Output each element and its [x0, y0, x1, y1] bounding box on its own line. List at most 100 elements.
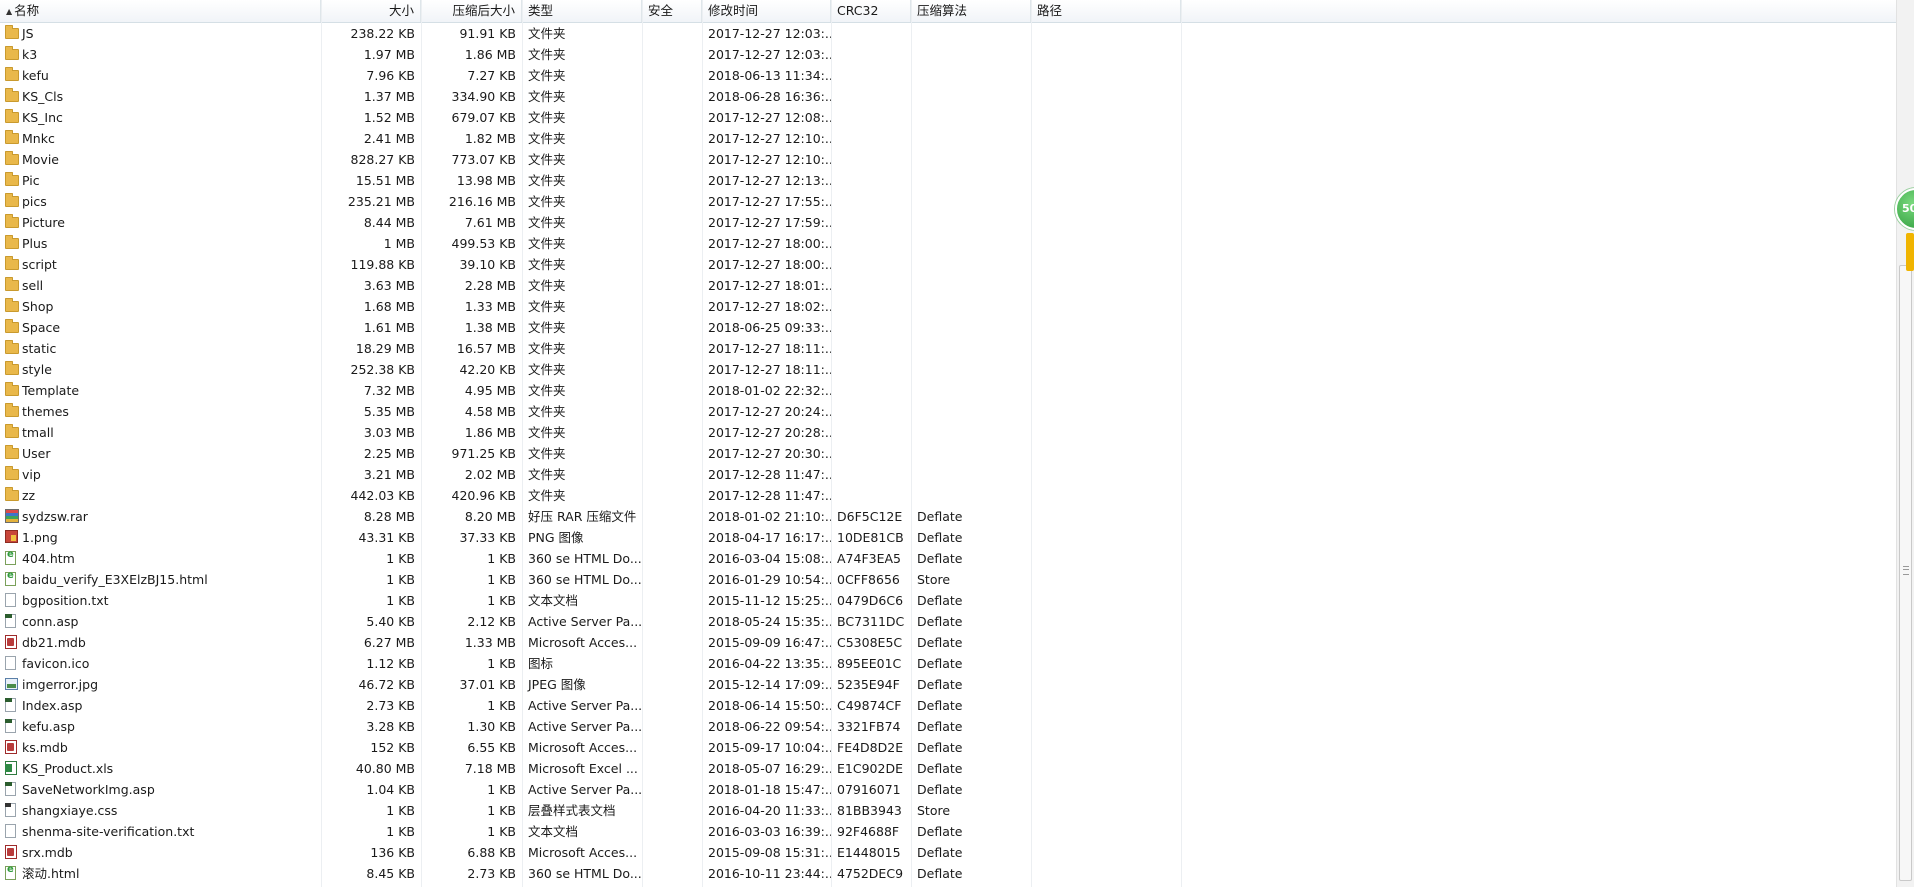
file-row[interactable]: tmall 3.03 MB 1.86 MB 文件夹 2017-12-27 20:28:.…: [0, 422, 1896, 443]
file-row[interactable]: conn.asp 5.40 KB 2.12 KB Active Server Pa..…: [0, 611, 1896, 632]
file-size: 1 KB: [386, 593, 415, 608]
column-header-name[interactable]: ▲ 名称: [0, 0, 321, 22]
file-row[interactable]: baidu_verify_E3XElzBJ15.html 1 KB 1 KB 360 …: [0, 569, 1896, 590]
file-method: [911, 443, 1031, 464]
file-row[interactable]: k3 1.97 MB 1.86 MB 文件夹 2017-12-27 12:03:...: [0, 44, 1896, 65]
column-header-modified[interactable]: 修改时间: [702, 0, 831, 22]
file-row[interactable]: Plus 1 MB 499.53 KB 文件夹 2017-12-27 18:00:...: [0, 233, 1896, 254]
file-row[interactable]: pics 235.21 MB 216.16 MB 文件夹 2017-12-27 17:5…: [0, 191, 1896, 212]
file-crc32: [831, 65, 911, 86]
column-header-path[interactable]: 路径: [1031, 0, 1181, 22]
file-row[interactable]: Index.asp 2.73 KB 1 KB Active Server Pa... 2…: [0, 695, 1896, 716]
file-crc32: [831, 86, 911, 107]
file-modified: 2018-06-14 15:50:...: [708, 698, 831, 713]
file-row[interactable]: Picture 8.44 MB 7.61 MB 文件夹 2017-12-27 17:59…: [0, 212, 1896, 233]
file-row[interactable]: Template 7.32 MB 4.95 MB 文件夹 2018-01-02 22:3…: [0, 380, 1896, 401]
file-row[interactable]: ks.mdb 152 KB 6.55 KB Microsoft Acces... 201…: [0, 737, 1896, 758]
file-row[interactable]: sydzsw.rar 8.28 MB 8.20 MB 好压 RAR 压缩文件 2018-…: [0, 506, 1896, 527]
file-crc32: 3321FB74: [837, 719, 901, 734]
file-packed-size: 499.53 KB: [451, 236, 516, 251]
file-modified: 2018-06-13 11:34:...: [708, 68, 831, 83]
file-name: Plus: [22, 236, 48, 251]
file-row[interactable]: User 2.25 MB 971.25 KB 文件夹 2017-12-27 20:30:…: [0, 443, 1896, 464]
sort-ascending-icon: ▲: [6, 7, 13, 16]
column-header-packed-size[interactable]: 压缩后大小: [421, 0, 522, 22]
file-name: tmall: [22, 425, 54, 440]
file-row[interactable]: kefu 7.96 KB 7.27 KB 文件夹 2018-06-13 11:34:..…: [0, 65, 1896, 86]
file-row[interactable]: script 119.88 KB 39.10 KB 文件夹 2017-12-27 18:…: [0, 254, 1896, 275]
file-row[interactable]: JS 238.22 KB 91.91 KB 文件夹 2017-12-27 12:03:.…: [0, 23, 1896, 44]
file-row[interactable]: KS_Product.xls 40.80 MB 7.18 MB Microsoft E…: [0, 758, 1896, 779]
file-row[interactable]: static 18.29 MB 16.57 MB 文件夹 2017-12-27 18:1…: [0, 338, 1896, 359]
file-row[interactable]: Pic 15.51 MB 13.98 MB 文件夹 2017-12-27 12:13:.…: [0, 170, 1896, 191]
file-row[interactable]: 滚动.html 8.45 KB 2.73 KB 360 se HTML Do... 20…: [0, 863, 1896, 884]
file-crc32: 895EE01C: [837, 656, 902, 671]
file-size: 7.32 MB: [363, 383, 415, 398]
file-row[interactable]: imgerror.jpg 46.72 KB 37.01 KB JPEG 图像 2015-…: [0, 674, 1896, 695]
file-row[interactable]: bgposition.txt 1 KB 1 KB 文本文档 2015-11-12 15:…: [0, 590, 1896, 611]
column-header-size[interactable]: 大小: [321, 0, 421, 22]
file-packed-size: 2.73 KB: [467, 866, 516, 881]
file-packed-size: 1 KB: [487, 782, 516, 797]
file-method: Store: [917, 803, 951, 818]
file-name: Index.asp: [22, 698, 83, 713]
file-row[interactable]: Movie 828.27 KB 773.07 KB 文件夹 2017-12-27 12:…: [0, 149, 1896, 170]
file-method: Deflate: [917, 824, 963, 839]
file-method: Deflate: [917, 719, 963, 734]
file-row[interactable]: Shop 1.68 MB 1.33 MB 文件夹 2017-12-27 18:02:..…: [0, 296, 1896, 317]
file-packed-size: 773.07 KB: [451, 152, 516, 167]
file-modified: 2016-10-11 23:44:...: [708, 866, 831, 881]
file-method: [911, 107, 1031, 128]
file-crc32: BC7311DC: [837, 614, 905, 629]
file-modified: 2017-12-27 12:03:...: [708, 26, 831, 41]
file-packed-size: 4.95 MB: [464, 383, 516, 398]
file-crc32: [831, 464, 911, 485]
column-header-security[interactable]: 安全: [642, 0, 702, 22]
column-header-method[interactable]: 压缩算法: [911, 0, 1031, 22]
file-name: themes: [22, 404, 69, 419]
file-row[interactable]: 1.png 43.31 KB 37.33 KB PNG 图像 2018-04-17 16…: [0, 527, 1896, 548]
file-row[interactable]: SaveNetworkImg.asp 1.04 KB 1 KB Active Serv…: [0, 779, 1896, 800]
file-size: 1 MB: [383, 236, 415, 251]
file-row[interactable]: style 252.38 KB 42.20 KB 文件夹 2017-12-27 18:1…: [0, 359, 1896, 380]
file-method: Deflate: [917, 656, 963, 671]
file-type: 文件夹: [528, 173, 566, 188]
file-packed-size: 91.91 KB: [459, 26, 516, 41]
file-packed-size: 1 KB: [487, 656, 516, 671]
file-row[interactable]: shenma-site-verification.txt 1 KB 1 KB 文本文档…: [0, 821, 1896, 842]
scrollbar-thumb[interactable]: [1899, 265, 1912, 881]
file-row[interactable]: db21.mdb 6.27 MB 1.33 MB Microsoft Acces...…: [0, 632, 1896, 653]
file-row[interactable]: themes 5.35 MB 4.58 MB 文件夹 2017-12-27 20:24:…: [0, 401, 1896, 422]
file-row[interactable]: shangxiaye.css 1 KB 1 KB 层叠样式表文档 2016-04-20 …: [0, 800, 1896, 821]
file-packed-size: 679.07 KB: [451, 110, 516, 125]
file-method: [911, 464, 1031, 485]
file-crc32: [831, 128, 911, 149]
column-header-crc32[interactable]: CRC32: [831, 0, 911, 22]
file-row[interactable]: 404.htm 1 KB 1 KB 360 se HTML Do... 2016-03-…: [0, 548, 1896, 569]
file-method: [911, 296, 1031, 317]
file-name: k3: [22, 47, 38, 62]
file-row[interactable]: Mnkc 2.41 MB 1.82 MB 文件夹 2017-12-27 12:10:..…: [0, 128, 1896, 149]
file-method: Deflate: [917, 677, 963, 692]
file-row[interactable]: vip 3.21 MB 2.02 MB 文件夹 2017-12-28 11:47:...: [0, 464, 1896, 485]
file-packed-size: 1.86 MB: [464, 47, 516, 62]
file-row[interactable]: srx.mdb 136 KB 6.88 KB Microsoft Acces... 20…: [0, 842, 1896, 863]
file-method: Deflate: [917, 551, 963, 566]
vertical-scrollbar[interactable]: [1896, 0, 1914, 887]
file-row[interactable]: KS_Cls 1.37 MB 334.90 KB 文件夹 2018-06-28 16:3…: [0, 86, 1896, 107]
file-row[interactable]: favicon.ico 1.12 KB 1 KB 图标 2016-04-22 13:35…: [0, 653, 1896, 674]
file-row[interactable]: Space 1.61 MB 1.38 MB 文件夹 2018-06-25 09:33:.…: [0, 317, 1896, 338]
file-row[interactable]: zz 442.03 KB 420.96 KB 文件夹 2017-12-28 11:47:…: [0, 485, 1896, 506]
file-row[interactable]: kefu.asp 3.28 KB 1.30 KB Active Server Pa..…: [0, 716, 1896, 737]
file-packed-size: 7.27 KB: [467, 68, 516, 83]
file-name: 滚动.html: [22, 866, 80, 881]
file-method: [911, 254, 1031, 275]
file-type: 文件夹: [528, 194, 566, 209]
file-row[interactable]: KS_Inc 1.52 MB 679.07 KB 文件夹 2017-12-27 12:0…: [0, 107, 1896, 128]
file-modified: 2017-12-28 11:47:...: [708, 488, 831, 503]
file-type: 文件夹: [528, 215, 566, 230]
column-header-type[interactable]: 类型: [522, 0, 642, 22]
file-row[interactable]: sell 3.63 MB 2.28 MB 文件夹 2017-12-27 18:01:..…: [0, 275, 1896, 296]
file-method: [911, 401, 1031, 422]
file-method: Deflate: [917, 761, 963, 776]
